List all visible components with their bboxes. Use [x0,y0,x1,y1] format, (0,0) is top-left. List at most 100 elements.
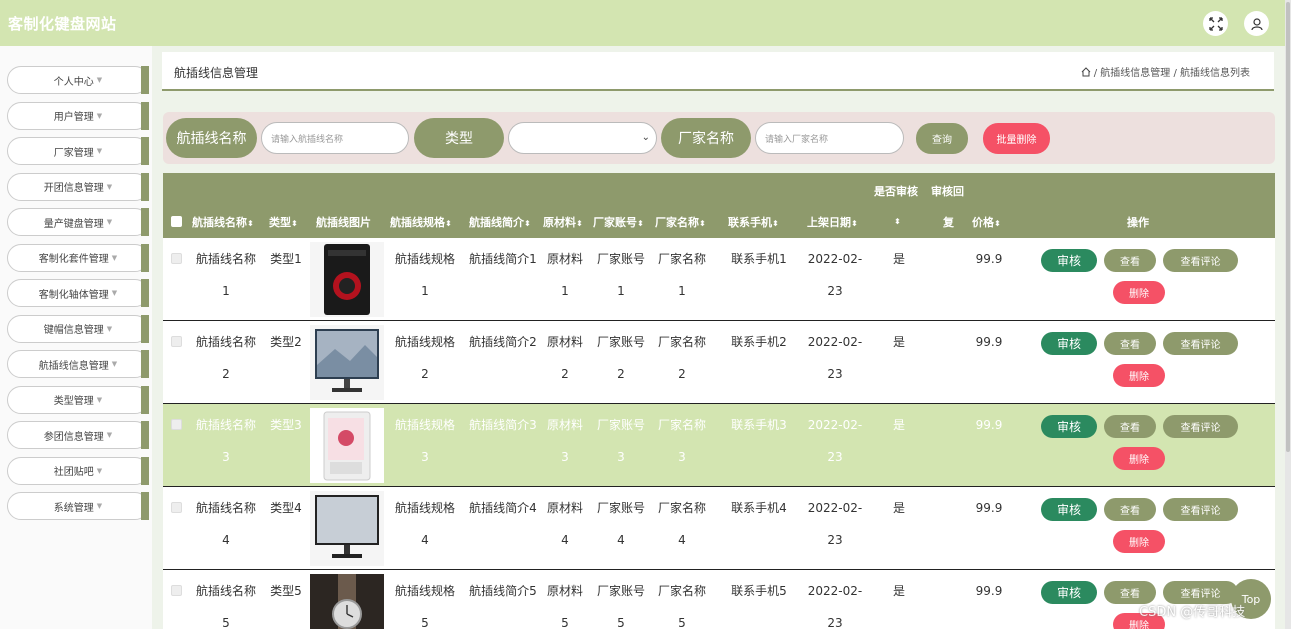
cell-name: 航插线名称 [196,335,257,349]
vendor-label: 厂家名称 [661,118,751,158]
cell-audited: 是 [892,501,905,515]
col-name[interactable]: 航插线名称⬍ [192,214,254,230]
cell-name-idx: 4 [222,533,230,547]
cell-vendor-name-idx: 1 [678,284,686,298]
sidebar-item[interactable]: 量产键盘管理 ▼ [7,208,149,236]
row-checkbox[interactable] [171,585,182,596]
view-button[interactable]: 查看 [1104,498,1156,521]
sidebar-item[interactable]: 厂家管理 ▼ [7,137,149,165]
delete-button[interactable]: 删除 [1113,530,1165,553]
home-icon[interactable] [1081,67,1094,79]
cell-date-day: 23 [827,367,843,381]
col-phone[interactable]: 联系手机⬍ [728,214,779,230]
view-reviews-button[interactable]: 查看评论 [1163,332,1238,355]
sidebar-item[interactable]: 类型管理 ▼ [7,385,149,414]
page-scrollbar[interactable] [1285,0,1291,629]
cell-date: 2022-02- [807,335,863,349]
view-button[interactable]: 查看 [1104,249,1156,272]
cell-phone: 联系手机4 [731,501,787,515]
batch-delete-button[interactable]: 批量删除 [983,123,1050,154]
query-button[interactable]: 查询 [916,123,968,154]
table-row[interactable]: 航插线名称 2 类型2 航插线规格 2 航插线简介2 原材料 2 厂家账号 2 厂家名称 2 联系手机2… [163,321,1275,404]
sidebar-item[interactable]: 个人中心 ▼ [7,66,149,94]
audit-button[interactable]: 审核 [1041,249,1097,272]
sidebar-item[interactable]: 航插线信息管理 ▼ [7,350,149,378]
col-material[interactable]: 原材料⬍ [543,214,583,230]
table-row[interactable]: 航插线名称 1 类型1 航插线规格 1 航插线简介1 原材料 1 厂家账号 1 厂家名称 1 联系手机1… [163,238,1275,321]
cell-vendor-name: 厂家名称 [657,584,706,598]
row-checkbox[interactable] [171,502,182,513]
sidebar-item-label: 类型管理 [53,396,94,407]
chevron-down-icon: ▼ [106,431,113,439]
sidebar-item[interactable]: 系统管理 ▼ [7,492,149,520]
name-search-input[interactable]: 请输入航插线名称 [261,122,409,154]
select-all-checkbox[interactable] [171,216,182,227]
view-button[interactable]: 查看 [1104,332,1156,355]
cell-name: 航插线名称 [196,584,257,598]
sidebar-item-label: 用户管理 [53,112,94,123]
audit-button[interactable]: 审核 [1041,415,1097,438]
sidebar-item[interactable]: 社团贴吧 ▼ [7,456,149,485]
delete-button[interactable]: 删除 [1113,447,1165,470]
sort-audited-icon[interactable]: ⬍ [894,214,901,227]
col-vendor-account[interactable]: 厂家账号⬍ [593,214,644,230]
cell-vendor-account-idx: 4 [617,533,625,547]
view-reviews-button[interactable]: 查看评论 [1163,415,1238,438]
cell-vendor-account-idx: 1 [617,284,625,298]
view-reviews-button[interactable]: 查看评论 [1163,249,1238,272]
cell-name: 航插线名称 [196,252,257,266]
chevron-down-icon: ▼ [106,324,113,333]
sidebar-item[interactable]: 用户管理 ▼ [7,101,149,130]
chevron-down-icon: ▼ [106,218,113,226]
table-row[interactable]: 航插线名称 4 类型4 航插线规格 4 航插线简介4 原材料 4 厂家账号 4 厂家名称 4 联系手机4… [163,487,1275,570]
cell-vendor-name: 厂家名称 [657,418,706,432]
cell-vendor-account: 厂家账号 [596,335,645,349]
sidebar-item[interactable]: 参团信息管理 ▼ [7,421,149,449]
cell-material-idx: 2 [561,367,569,381]
cell-audited: 是 [892,335,905,349]
row-checkbox[interactable] [171,419,182,430]
table-row[interactable]: 航插线名称 3 类型3 航插线规格 3 航插线简介3 原材料 3 厂家账号 3 厂家名称 3 联系手机3… [163,404,1275,487]
col-spec[interactable]: 航插线规格⬍ [390,214,452,230]
audit-button[interactable]: 审核 [1041,332,1097,355]
sidebar-item[interactable]: 客制化套件管理 ▼ [7,243,149,272]
view-reviews-button[interactable]: 查看评论 [1163,498,1238,521]
cell-vendor-account-idx: 3 [617,450,625,464]
cell-intro: 航插线简介4 [469,501,537,515]
cell-material: 原材料 [546,584,583,598]
view-button[interactable]: 查看 [1104,415,1156,438]
chevron-down-icon: ▼ [96,76,103,84]
delete-button[interactable]: 删除 [1113,364,1165,387]
sidebar-item[interactable]: 客制化轴体管理 ▼ [7,279,149,307]
col-type[interactable]: 类型⬍ [269,214,298,230]
type-select[interactable]: ⌄ [508,122,657,154]
main-content: 航插线信息管理 / 航插线信息管理 / 航插线信息列表 航插线名称 请输入航插线… [152,46,1285,629]
delete-button[interactable]: 删除 [1113,281,1165,304]
user-icon[interactable] [1244,11,1269,36]
cell-material-idx: 3 [561,450,569,464]
cell-date: 2022-02- [807,418,863,432]
table-row[interactable]: 航插线名称 5 类型5 航插线规格 5 航插线简介5 原材料 5 厂家账号 5 厂家名称 5 联系手机5… [163,570,1275,629]
sidebar-item[interactable]: 键帽信息管理 ▼ [7,314,149,343]
col-vendor-name[interactable]: 厂家名称⬍ [655,214,706,230]
row-checkbox[interactable] [171,336,182,347]
col-date[interactable]: 上架日期⬍ [807,214,858,230]
row-checkbox[interactable] [171,253,182,264]
expand-icon[interactable] [1203,11,1228,36]
name-label: 航插线名称 [166,118,257,158]
product-image [310,325,384,400]
cell-type: 类型3 [270,418,302,432]
audit-button[interactable]: 审核 [1041,498,1097,521]
col-price[interactable]: 价格⬍ [972,214,1001,230]
site-brand[interactable]: 客制化键盘网站 [8,13,117,34]
cell-vendor-name-idx: 3 [678,450,686,464]
col-intro[interactable]: 航插线简介⬍ [469,214,531,230]
audit-button[interactable]: 审核 [1041,581,1097,604]
sidebar-item-label: 量产键盘管理 [43,218,104,230]
sidebar-item-label: 社团贴吧 [53,467,94,478]
search-panel: 航插线名称 请输入航插线名称 类型 ⌄ 厂家名称 请输入厂家名称 查询 批量删除 [163,112,1275,164]
sidebar-item[interactable]: 开团信息管理 ▼ [7,172,149,201]
breadcrumb-item[interactable]: 航插线信息管理 [1100,68,1170,79]
vendor-search-input[interactable]: 请输入厂家名称 [755,122,904,154]
product-image [310,491,384,566]
